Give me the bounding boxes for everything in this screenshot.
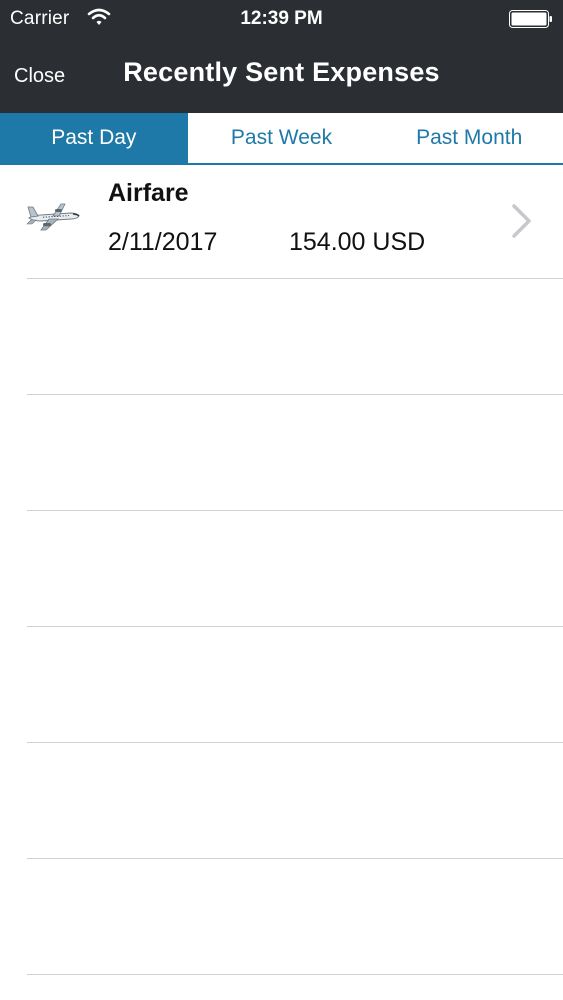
nav-bar: Close Recently Sent Expenses — [0, 45, 563, 113]
expense-date: 2/11/2017 — [108, 228, 218, 256]
expense-amount: 154.00 USD — [289, 228, 426, 256]
empty-row — [0, 859, 563, 975]
empty-row — [0, 627, 563, 743]
airplane-icon — [26, 203, 80, 231]
empty-row — [0, 743, 563, 859]
empty-row — [0, 511, 563, 627]
status-bar: Carrier 12:39 PM — [0, 0, 563, 38]
status-time: 12:39 PM — [240, 8, 323, 29]
expense-row[interactable]: Airfare 2/11/2017 154.00 USD — [0, 165, 563, 279]
time-range-segmented-control: Past Day Past Week Past Month — [0, 113, 563, 165]
segment-past-day[interactable]: Past Day — [0, 113, 188, 163]
empty-row — [0, 279, 563, 395]
top-bar: Carrier 12:39 PM Close Recently Sent Exp… — [0, 0, 563, 113]
page-title: Recently Sent Expenses — [123, 57, 440, 87]
chevron-right-icon — [512, 204, 531, 238]
empty-row — [0, 395, 563, 511]
battery-icon — [509, 10, 552, 28]
row-separator — [27, 974, 563, 975]
segment-past-month[interactable]: Past Month — [375, 113, 563, 163]
expense-type: Airfare — [108, 179, 189, 207]
segment-past-week[interactable]: Past Week — [188, 113, 376, 163]
expense-list: Airfare 2/11/2017 154.00 USD — [0, 165, 563, 1000]
